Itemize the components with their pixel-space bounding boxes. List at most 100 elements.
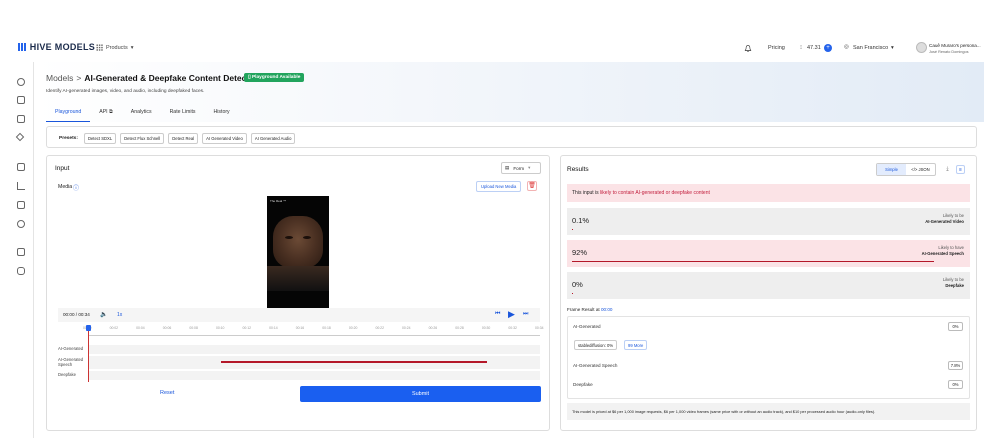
track-label: AI-Generated Speech (58, 357, 84, 367)
timeline-tick: 00:02 (109, 326, 119, 330)
preset-detect-flux-schnell[interactable]: Detect Flux Schnell (120, 133, 165, 144)
score-caption-class: Deepfake (945, 282, 964, 288)
logo-icon (18, 43, 26, 51)
tab-playground[interactable]: Playground (46, 109, 91, 122)
user-name[interactable]: Cauê Muraro's persona... (929, 43, 981, 48)
timeline-tick: 00:18 (322, 326, 331, 330)
detection-segment[interactable] (220, 361, 487, 363)
sidebar-key-icon[interactable] (15, 132, 25, 142)
playground-badge: ▯ Playground Available (244, 73, 305, 82)
score-bar (572, 228, 573, 230)
region-select[interactable]: San Francisco (853, 45, 888, 51)
tab-rate-limits[interactable]: Rate Limits (161, 109, 205, 122)
products-menu[interactable]: Products ▾ (96, 44, 133, 51)
timeline-tick: 00:34 (535, 326, 544, 330)
timeline-tick: 00:10 (215, 326, 225, 330)
tab-api-label: API (99, 109, 108, 115)
timeline-ruler[interactable]: 00:0000:0200:0400:0600:0800:1000:1200:14… (83, 326, 544, 336)
speed-button[interactable]: 1x (117, 312, 122, 318)
form-select[interactable]: ▤ Form ▾ (501, 162, 541, 174)
video-preview[interactable]: The Real ™ (267, 196, 329, 308)
info-icon[interactable]: ⓘ (73, 183, 79, 192)
track-label: AI-Generated (58, 346, 84, 351)
frame-item-ai-speech: AI-Generated Speech (573, 363, 618, 368)
track-background (88, 371, 540, 380)
toggle-json[interactable]: </> JSON (906, 164, 935, 175)
playhead-handle[interactable] (86, 325, 91, 331)
score-caption-class: AI-Generated Video (925, 218, 964, 224)
volume-icon[interactable]: 🔈 (100, 311, 107, 318)
preset-ai-generated-video[interactable]: AI Generated Video (202, 133, 247, 144)
reset-button[interactable]: Reset (160, 390, 174, 396)
add-credits-button[interactable]: + (824, 44, 832, 52)
external-link-icon: ⧉ (109, 109, 113, 115)
timeline-tick: 00:06 (162, 326, 172, 330)
tab-history[interactable]: History (205, 109, 239, 122)
timeline-tick: 00:22 (375, 326, 384, 330)
sidebar-home-icon[interactable] (17, 163, 25, 171)
breadcrumb-models[interactable]: Models (46, 73, 73, 83)
logo-text: HIVE MODELS (29, 42, 96, 52)
frame-value-ai-speech: 7.8% (948, 361, 963, 370)
upload-media-button[interactable]: Upload New Media (476, 181, 522, 192)
score-caption: Likely to be Deepfake (943, 277, 964, 288)
frame-value-deepfake: 0% (948, 380, 963, 389)
sidebar-layers-icon[interactable] (17, 96, 25, 104)
preset-ai-generated-audio[interactable]: AI Generated Audio (250, 133, 296, 144)
player-controls (58, 308, 540, 322)
alert-prefix: This input is (572, 190, 599, 196)
sidebar-billing-icon[interactable] (17, 201, 25, 209)
timeline-tick: 00:08 (189, 326, 198, 330)
play-button[interactable]: ▶ (508, 309, 515, 320)
form-icon: ▤ (505, 165, 510, 170)
download-icon[interactable]: ⤓ (943, 165, 952, 174)
timeline-tick: 00:32 (508, 326, 517, 330)
skip-back-icon[interactable]: ⏮ (495, 311, 500, 318)
video-face (273, 216, 323, 268)
more-classes-button[interactable]: 99 More (624, 340, 648, 350)
list-view-icon[interactable]: ≡ (956, 165, 965, 174)
results-title: Results (567, 166, 589, 173)
sidebar-book-icon[interactable] (17, 248, 25, 256)
result-alert: This input is likely to contain AI-gener… (567, 184, 970, 202)
preset-detect-sdxl[interactable]: Detect SDXL (83, 133, 117, 144)
pricing-link[interactable]: Pricing (768, 45, 785, 51)
avatar[interactable] (916, 42, 927, 53)
timeline-track: AI-Generated Speech (58, 356, 540, 369)
sidebar-docs-icon[interactable] (17, 115, 25, 123)
bell-icon[interactable] (744, 44, 752, 53)
frame-label-text: Frame Result at (567, 307, 600, 312)
toggle-simple[interactable]: Simple (877, 164, 906, 175)
user-sub: José Renato Domingos (929, 50, 969, 54)
skip-forward-icon[interactable]: ⏭ (523, 311, 528, 318)
page-title: AI-Generated & Deepfake Content Detectio… (84, 73, 262, 83)
trash-icon[interactable]: 🗑 (527, 181, 537, 191)
score-card: 92% Likely to have AI-Generated Speech (567, 240, 970, 267)
sidebar-user-icon[interactable] (17, 220, 25, 228)
credits-icon: ⟟ (800, 45, 803, 51)
sidebar-chat-icon[interactable] (17, 267, 25, 275)
score-card: 0.1% Likely to be AI-Generated Video (567, 208, 970, 235)
tab-analytics[interactable]: Analytics (122, 109, 161, 122)
video-shirt (267, 266, 329, 291)
frame-time[interactable]: 00:00 (601, 307, 613, 312)
form-chevron-icon: ▾ (528, 165, 531, 170)
timeline-tick: 00:14 (269, 326, 278, 330)
timeline-tick: 00:24 (402, 326, 411, 330)
track-background (88, 345, 540, 354)
grid-icon (96, 44, 103, 51)
score-caption-top: Likely to be (942, 277, 964, 282)
sidebar-chart-icon[interactable] (17, 182, 25, 190)
submit-button[interactable]: Submit (300, 386, 541, 402)
hive-logo[interactable]: HIVE MODELS (18, 42, 95, 52)
top-bar (0, 32, 984, 62)
region-chevron-icon: ▾ (891, 45, 894, 51)
chevron-down-icon: ▾ (130, 44, 134, 51)
sidebar-models-icon[interactable] (17, 78, 25, 86)
playhead[interactable] (88, 326, 89, 382)
frame-value-ai-generated: 0% (948, 322, 963, 331)
tab-api[interactable]: API ⧉ (90, 109, 122, 122)
preset-detect-real[interactable]: Detect Real (168, 133, 199, 144)
timeline-tick: 00:26 (428, 326, 438, 330)
pricing-note: This model is priced at $6 per 1,000 ima… (567, 403, 970, 420)
